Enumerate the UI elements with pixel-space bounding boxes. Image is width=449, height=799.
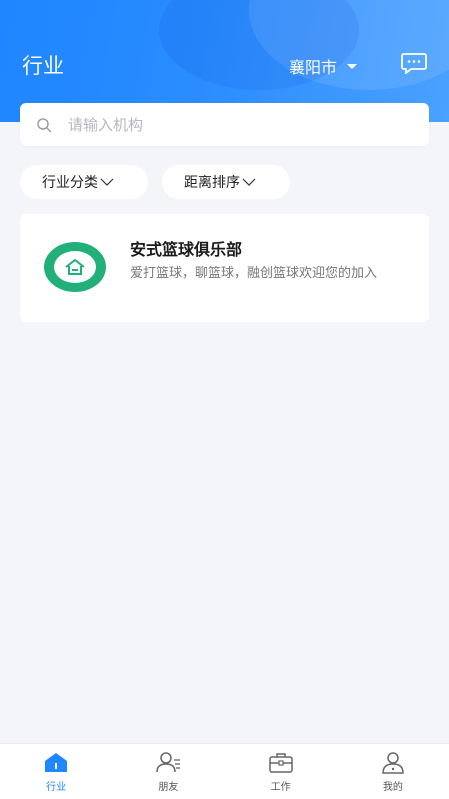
- friends-icon: [156, 752, 181, 773]
- tab-label: 朋友: [158, 782, 179, 793]
- message-button[interactable]: [401, 52, 427, 75]
- tab-label: 行业: [46, 782, 67, 793]
- organization-description: 爱打篮球，聊篮球，融创篮球欢迎您的加入: [130, 266, 378, 281]
- city-selector[interactable]: 襄阳市: [289, 54, 358, 78]
- filter-label: 距离排序: [184, 175, 240, 191]
- tab-industry[interactable]: 行业: [0, 744, 112, 799]
- organization-name: 安式篮球俱乐部: [130, 240, 243, 259]
- organization-logo: [44, 242, 106, 292]
- page-title: 行业: [22, 54, 64, 78]
- top-bar: 行业 襄阳市: [0, 46, 449, 82]
- message-icon: [401, 53, 427, 75]
- tab-label: 工作: [270, 782, 291, 793]
- tab-work[interactable]: 工作: [225, 744, 337, 799]
- profile-icon: [382, 752, 404, 774]
- filter-label: 行业分类: [42, 175, 98, 191]
- briefcase-icon: [268, 753, 293, 773]
- caret-down-icon: [347, 63, 358, 69]
- tab-profile[interactable]: 我的: [337, 744, 449, 799]
- filter-industry-category[interactable]: 行业分类: [20, 165, 148, 199]
- industry-icon: [45, 753, 68, 772]
- filter-distance-sort[interactable]: 距离排序: [162, 165, 290, 199]
- chevron-down-icon: [100, 178, 114, 186]
- chevron-down-icon: [242, 178, 256, 186]
- search-bar[interactable]: [20, 103, 429, 146]
- city-label: 襄阳市: [289, 58, 338, 77]
- search-icon: [37, 117, 52, 132]
- logo-inner: [54, 251, 96, 283]
- search-input[interactable]: [68, 115, 388, 134]
- tab-friends[interactable]: 朋友: [112, 744, 224, 799]
- bottom-tab-bar: 行业 朋友 工作 我的: [0, 743, 449, 799]
- home-icon: [65, 259, 85, 275]
- filter-bar: 行业分类 距离排序: [20, 165, 304, 199]
- organization-card[interactable]: 安式篮球俱乐部 爱打篮球，聊篮球，融创篮球欢迎您的加入: [20, 214, 429, 322]
- tab-label: 我的: [382, 782, 403, 793]
